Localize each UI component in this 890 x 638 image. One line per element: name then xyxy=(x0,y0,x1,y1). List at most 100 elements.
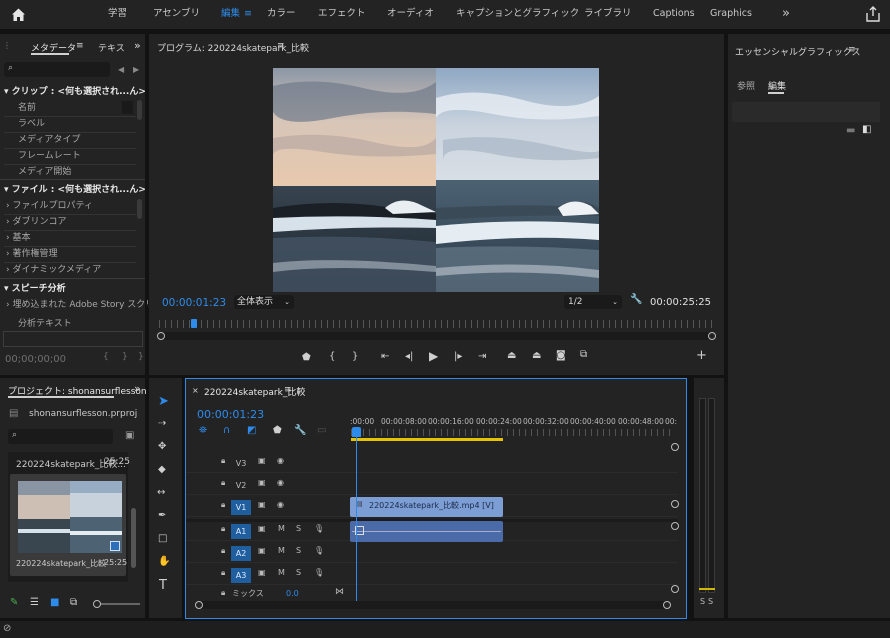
nest-icon[interactable]: ⛯ xyxy=(199,425,207,436)
file-row[interactable]: › ダイナミックメディア xyxy=(6,262,101,274)
mix-value[interactable]: 0.0 xyxy=(286,589,299,598)
resolution-select[interactable]: 1/2 ⌄ xyxy=(564,295,622,309)
new-item-icon[interactable]: ◧ xyxy=(862,124,871,135)
tab-captions-graphics[interactable]: キャプションとグラフィック xyxy=(456,0,579,30)
thumbnail-item[interactable]: 220224skatepark_比較 25:25 xyxy=(10,474,127,576)
speech-row[interactable]: › 埋め込まれた Adobe Story スクリプト xyxy=(6,297,172,313)
go-to-out-icon[interactable]: ⇥ xyxy=(478,351,486,362)
playhead-marker[interactable] xyxy=(191,319,197,328)
go-to-in-icon[interactable]: ⇤ xyxy=(381,351,389,362)
prev-icon[interactable]: ◀ xyxy=(118,65,124,74)
lock-icon[interactable]: 🔒︎ xyxy=(221,500,225,510)
out-bracket-icon[interactable]: } xyxy=(138,352,144,362)
mic-icon[interactable]: 🎙︎ xyxy=(314,524,324,533)
track-label[interactable]: A3 xyxy=(231,568,251,583)
film-icon[interactable]: ▣ xyxy=(258,568,266,577)
track-label[interactable]: A1 xyxy=(231,524,251,539)
mark-out-icon[interactable]: } xyxy=(352,351,358,362)
slip-icon[interactable]: ↔ xyxy=(157,487,165,498)
name-field[interactable] xyxy=(122,101,133,114)
folder-icon[interactable]: ▬ xyxy=(846,125,855,136)
close-icon[interactable]: × xyxy=(192,386,199,395)
track-label[interactable]: V1 xyxy=(231,500,251,515)
menu-icon[interactable]: ≡ xyxy=(277,41,285,51)
film-icon[interactable]: ▣ xyxy=(258,478,266,487)
essential-graphics-title[interactable]: エッセンシャルグラフィックス xyxy=(735,45,861,58)
track-label[interactable]: A2 xyxy=(231,546,251,561)
type-tool-icon[interactable]: T xyxy=(159,578,167,593)
program-title[interactable]: プログラム: 220224skatepark_比較 xyxy=(157,41,309,54)
lock-icon[interactable]: 🔒︎ xyxy=(221,568,225,578)
ripple-edit-icon[interactable]: ✥ xyxy=(158,441,166,452)
out-bracket-icon[interactable]: } xyxy=(122,352,128,362)
film-icon[interactable]: ▣ xyxy=(258,456,266,465)
new-bin-icon[interactable]: ▣ xyxy=(125,430,134,441)
home-icon[interactable] xyxy=(11,7,26,22)
more-workspaces-icon[interactable]: » xyxy=(782,0,790,30)
lock-icon[interactable]: 🔒︎ xyxy=(221,478,225,488)
tab-color[interactable]: カラー xyxy=(267,0,296,30)
menu-icon[interactable]: ≡ xyxy=(284,385,292,395)
timeline-playhead[interactable] xyxy=(356,427,357,605)
in-bracket-icon[interactable]: { xyxy=(103,352,109,362)
lift-icon[interactable]: ⏏ xyxy=(507,350,516,361)
captions-icon[interactable]: ▭ xyxy=(317,425,326,436)
scroll-handle-right[interactable] xyxy=(708,332,716,340)
razor-icon[interactable]: ◆ xyxy=(158,464,166,475)
zoom-slider-handle[interactable] xyxy=(93,600,101,608)
clip-row[interactable]: フレームレート xyxy=(18,148,81,164)
film-icon[interactable]: ▣ xyxy=(258,546,266,555)
solo-label[interactable]: S xyxy=(700,597,705,606)
film-icon[interactable]: ▣ xyxy=(258,524,266,533)
audio-clip[interactable] xyxy=(350,521,503,542)
linked-selection-icon[interactable]: ◩ xyxy=(247,425,256,436)
video-clip[interactable]: ▤ 220224skatepark_比較.mp4 [V] xyxy=(350,497,503,517)
clip-row[interactable]: ラベル xyxy=(18,116,45,132)
track-select-icon[interactable]: ⇢ xyxy=(158,418,166,429)
vscroll-top[interactable] xyxy=(671,443,679,451)
scroll-handle-right[interactable] xyxy=(663,601,671,609)
mute-icon[interactable]: M xyxy=(278,546,285,555)
tab-text[interactable]: テキス xyxy=(98,41,125,54)
solo-icon[interactable]: S xyxy=(296,568,301,577)
mute-icon[interactable]: M xyxy=(278,524,285,533)
lock-icon[interactable]: 🔒︎ xyxy=(221,456,225,466)
menu-icon[interactable]: ≡ xyxy=(244,0,252,30)
more-panels-icon[interactable]: » xyxy=(134,39,141,52)
lock-icon[interactable]: 🔒︎ xyxy=(221,524,225,534)
selection-tool-icon[interactable]: ➤ xyxy=(158,394,169,409)
zoom-select[interactable]: 全体表示 ⌄ xyxy=(234,295,294,309)
search-field[interactable]: ⌕ xyxy=(4,62,110,77)
speech-section[interactable]: ▾ スピーチ分析 xyxy=(4,281,66,297)
add-marker-icon[interactable]: ⬟ xyxy=(273,425,282,436)
film-icon[interactable]: ▣ xyxy=(258,500,266,509)
file-row[interactable]: › ファイルプロパティ xyxy=(6,198,93,214)
export-frame-icon[interactable]: ◙ xyxy=(556,350,566,361)
solo-icon[interactable]: S xyxy=(296,546,301,555)
work-area-bar[interactable] xyxy=(351,438,503,441)
icon-view-icon[interactable]: ■ xyxy=(50,597,59,608)
add-button-icon[interactable]: + xyxy=(696,348,707,363)
eye-icon[interactable]: ◉ xyxy=(277,500,284,509)
tab-assembly[interactable]: アセンブリ xyxy=(153,0,200,30)
eye-icon[interactable]: ◉ xyxy=(277,478,284,487)
extract-icon[interactable]: ⏏ xyxy=(532,350,541,361)
clip-section[interactable]: ▾ クリップ : <何も選択され...ん> xyxy=(4,84,146,100)
hand-icon[interactable]: ✋ xyxy=(158,556,170,567)
add-marker-icon[interactable]: ⬟ xyxy=(302,352,311,363)
more-panels-icon[interactable]: » xyxy=(134,382,141,395)
mic-icon[interactable]: 🎙︎ xyxy=(314,568,324,577)
tab-captions[interactable]: Captions xyxy=(653,0,695,30)
freeform-view-icon[interactable]: ⧉ xyxy=(70,597,77,608)
tab-learn[interactable]: 学習 xyxy=(108,0,127,30)
share-icon[interactable] xyxy=(866,6,880,22)
zoom-slider[interactable] xyxy=(93,600,140,608)
tab-libraries[interactable]: ライブラリ xyxy=(584,0,632,30)
file-section[interactable]: ▾ ファイル : <何も選択され...ん> xyxy=(4,182,146,198)
horizontal-scrollbar[interactable] xyxy=(195,601,671,609)
project-search[interactable]: ⌕ xyxy=(8,429,113,444)
file-row[interactable]: › ダブリンコア xyxy=(6,214,66,230)
scrollbar[interactable] xyxy=(131,508,136,568)
mute-icon[interactable]: M xyxy=(278,568,285,577)
tab-effects[interactable]: エフェクト xyxy=(318,0,366,30)
